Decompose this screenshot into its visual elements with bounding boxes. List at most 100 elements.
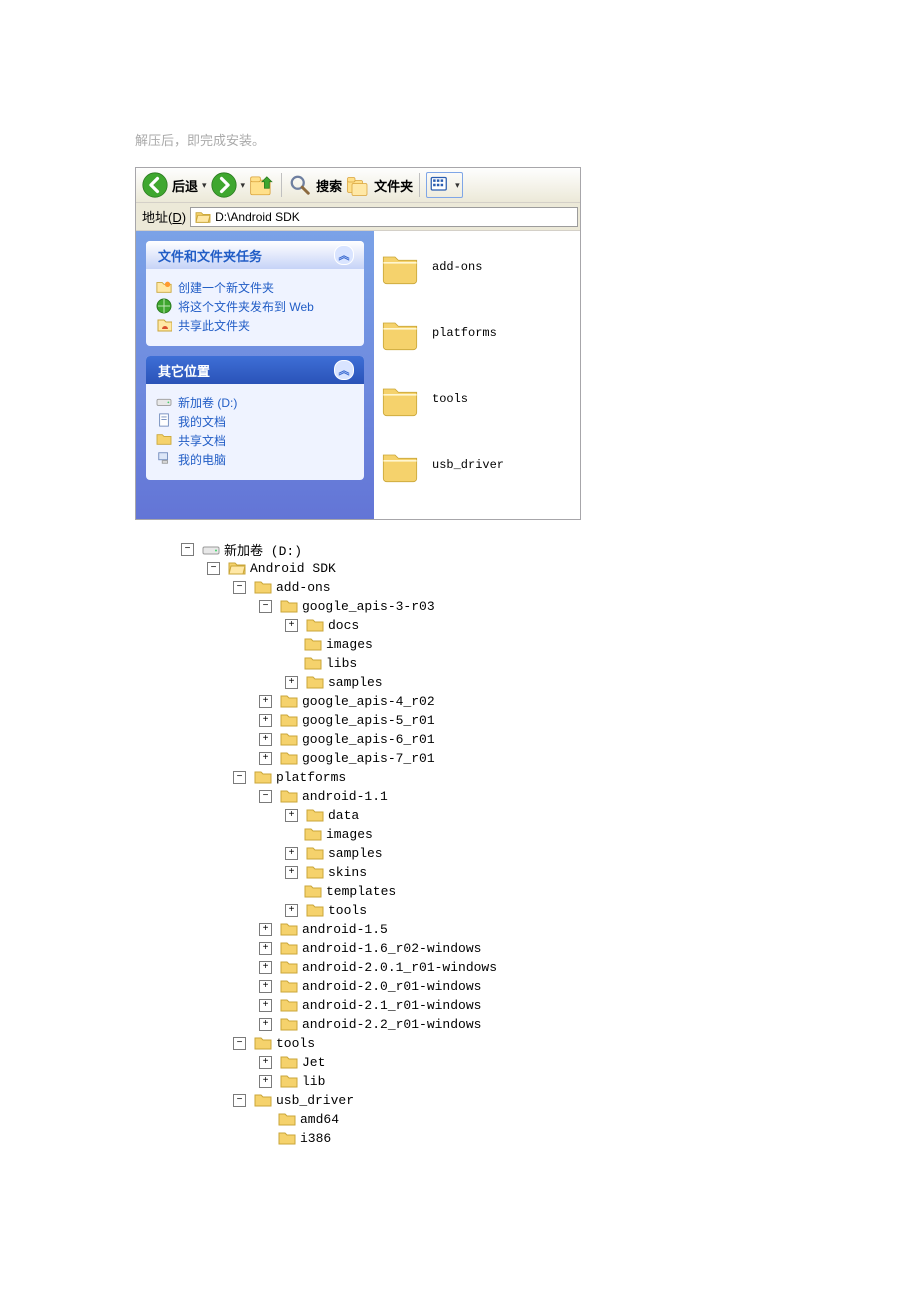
place-drive-d[interactable]: 新加卷 (D:) bbox=[156, 394, 354, 411]
expand-toggle[interactable]: − bbox=[233, 581, 246, 594]
tree-node[interactable]: + android-1.6_r02-windows bbox=[181, 939, 785, 957]
expand-toggle[interactable]: + bbox=[259, 961, 272, 974]
task-new-folder[interactable]: 创建一个新文件夹 bbox=[156, 279, 354, 296]
tree-node[interactable]: + google_apis-7_r01 bbox=[181, 749, 785, 767]
tree-node[interactable]: + data bbox=[181, 806, 785, 824]
expand-toggle[interactable]: + bbox=[259, 999, 272, 1012]
tree-node[interactable]: − google_apis-3-r03 bbox=[181, 597, 785, 615]
tree-node[interactable]: + android-2.0_r01-windows bbox=[181, 977, 785, 995]
tree-node[interactable]: + samples bbox=[181, 844, 785, 862]
views-button[interactable]: ▾ bbox=[426, 172, 463, 198]
place-my-computer[interactable]: 我的电脑 bbox=[156, 451, 354, 468]
tree-node[interactable]: − usb_driver bbox=[181, 1091, 785, 1109]
expand-toggle[interactable]: + bbox=[259, 714, 272, 727]
expand-toggle[interactable]: − bbox=[207, 562, 220, 575]
expand-toggle[interactable]: + bbox=[285, 809, 298, 822]
folder-item[interactable]: add-ons bbox=[380, 243, 574, 291]
search-icon bbox=[288, 173, 312, 197]
expand-toggle[interactable]: + bbox=[259, 733, 272, 746]
chevron-down-icon: ▾ bbox=[241, 180, 246, 191]
folder-closed-icon bbox=[280, 693, 298, 709]
folder-closed-icon bbox=[280, 731, 298, 747]
expand-toggle[interactable]: − bbox=[233, 771, 246, 784]
tree-node[interactable]: images bbox=[181, 825, 785, 843]
tree-node[interactable]: i386 bbox=[181, 1129, 785, 1147]
folder-closed-icon bbox=[306, 902, 324, 918]
task-publish-web[interactable]: 将这个文件夹发布到 Web bbox=[156, 298, 354, 315]
address-input[interactable]: D:\Android SDK bbox=[190, 207, 578, 227]
expand-toggle[interactable]: + bbox=[285, 866, 298, 879]
place-shared-documents[interactable]: 共享文档 bbox=[156, 432, 354, 449]
folder-tree: − 新加卷 (D:)− Android SDK− add-ons− google… bbox=[181, 540, 785, 1147]
expand-toggle[interactable]: + bbox=[259, 695, 272, 708]
collapse-icon: ︽ bbox=[334, 245, 354, 265]
folder-closed-icon bbox=[280, 712, 298, 728]
up-button[interactable] bbox=[249, 172, 275, 198]
tree-node[interactable]: libs bbox=[181, 654, 785, 672]
folders-button[interactable]: 文件夹 bbox=[346, 173, 413, 197]
expand-toggle[interactable]: − bbox=[181, 543, 194, 556]
expand-toggle[interactable]: + bbox=[259, 923, 272, 936]
tree-node[interactable]: − 新加卷 (D:) bbox=[181, 540, 785, 558]
expand-toggle[interactable]: + bbox=[259, 1018, 272, 1031]
folder-item[interactable]: tools bbox=[380, 375, 574, 423]
tree-node[interactable]: − platforms bbox=[181, 768, 785, 786]
expand-toggle[interactable]: + bbox=[285, 847, 298, 860]
expand-toggle[interactable]: + bbox=[259, 942, 272, 955]
back-button[interactable]: 后退 ▾ bbox=[142, 172, 207, 198]
task-share[interactable]: 共享此文件夹 bbox=[156, 317, 354, 334]
folder-closed-icon bbox=[304, 636, 322, 652]
tree-node[interactable]: + google_apis-6_r01 bbox=[181, 730, 785, 748]
expand-toggle[interactable]: + bbox=[285, 676, 298, 689]
drive-icon bbox=[202, 541, 220, 557]
folder-closed-icon bbox=[280, 1016, 298, 1032]
tree-node[interactable]: amd64 bbox=[181, 1110, 785, 1128]
explorer-window: 后退 ▾ ▾ 搜索 文件夹 ▾ 地址(D) D:\Android SDK bbox=[135, 167, 581, 520]
forward-button[interactable]: ▾ bbox=[211, 172, 246, 198]
folder-closed-icon bbox=[280, 959, 298, 975]
tree-node[interactable]: + tools bbox=[181, 901, 785, 919]
folder-item[interactable]: usb_driver bbox=[380, 441, 574, 489]
folder-closed-icon bbox=[306, 617, 324, 633]
tree-node[interactable]: + samples bbox=[181, 673, 785, 691]
expand-toggle[interactable]: − bbox=[233, 1094, 246, 1107]
expand-toggle[interactable]: − bbox=[259, 790, 272, 803]
tree-node[interactable]: + skins bbox=[181, 863, 785, 881]
place-my-documents[interactable]: 我的文档 bbox=[156, 413, 354, 430]
tree-node[interactable]: + android-2.2_r01-windows bbox=[181, 1015, 785, 1033]
tree-node[interactable]: + docs bbox=[181, 616, 785, 634]
tree-node[interactable]: + android-2.0.1_r01-windows bbox=[181, 958, 785, 976]
expand-toggle[interactable]: − bbox=[259, 600, 272, 613]
tree-node[interactable]: + lib bbox=[181, 1072, 785, 1090]
tree-node[interactable]: − add-ons bbox=[181, 578, 785, 596]
search-button[interactable]: 搜索 bbox=[288, 173, 342, 197]
expand-toggle[interactable]: + bbox=[259, 1075, 272, 1088]
expand-toggle[interactable]: + bbox=[259, 1056, 272, 1069]
tree-label: tools bbox=[328, 903, 367, 918]
folder-icon bbox=[380, 247, 420, 287]
back-icon bbox=[142, 172, 168, 198]
folder-item[interactable]: platforms bbox=[380, 309, 574, 357]
tree-label: google_apis-4_r02 bbox=[302, 694, 435, 709]
expand-toggle[interactable]: + bbox=[285, 619, 298, 632]
tree-node[interactable]: + android-2.1_r01-windows bbox=[181, 996, 785, 1014]
expand-toggle[interactable]: + bbox=[259, 752, 272, 765]
tree-node[interactable]: − Android SDK bbox=[181, 559, 785, 577]
other-places-header[interactable]: 其它位置 ︽ bbox=[146, 356, 364, 384]
tree-node[interactable]: − tools bbox=[181, 1034, 785, 1052]
tree-node[interactable]: + android-1.5 bbox=[181, 920, 785, 938]
tree-node[interactable]: + Jet bbox=[181, 1053, 785, 1071]
expand-toggle[interactable]: + bbox=[259, 980, 272, 993]
tree-node[interactable]: + google_apis-4_r02 bbox=[181, 692, 785, 710]
expand-toggle[interactable]: − bbox=[233, 1037, 246, 1050]
tree-label: google_apis-3-r03 bbox=[302, 599, 435, 614]
tree-node[interactable]: + google_apis-5_r01 bbox=[181, 711, 785, 729]
file-tasks-header[interactable]: 文件和文件夹任务 ︽ bbox=[146, 241, 364, 269]
expand-toggle[interactable]: + bbox=[285, 904, 298, 917]
folder-closed-icon bbox=[304, 826, 322, 842]
folder-icon bbox=[380, 313, 420, 353]
other-places-panel: 其它位置 ︽ 新加卷 (D:) 我的文档 共享文档 bbox=[146, 356, 364, 480]
tree-node[interactable]: templates bbox=[181, 882, 785, 900]
tree-node[interactable]: images bbox=[181, 635, 785, 653]
tree-node[interactable]: − android-1.1 bbox=[181, 787, 785, 805]
